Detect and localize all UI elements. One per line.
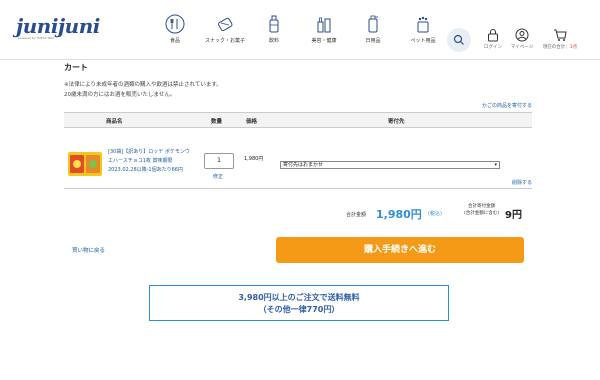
login-label: ログイン (484, 45, 502, 50)
cart-total-label: 現在の合計： (542, 45, 570, 50)
table-row: [30袋]【訳あり】ロッテ ポケモンウエハースチョコ1枚 賞味期限2023.02… (64, 128, 532, 182)
product-thumbnail[interactable] (68, 152, 102, 176)
update-quantity-link[interactable]: 修正 (213, 173, 223, 180)
cart-total-value: 1点 (569, 45, 578, 50)
site-header: junijuni powered by TOKYO MAX 食品 スナック・お菓… (0, 0, 600, 60)
total-label: 合計金額 (346, 212, 367, 218)
continue-shopping-link[interactable]: 買い物に戻る (72, 246, 105, 254)
header-gift: 寄付先 (388, 119, 405, 125)
cosmetics-icon (317, 17, 331, 33)
donation-label: 合計寄付金額 (合計金額に含む) (464, 203, 499, 217)
nav-item-pet[interactable]: ペット用品 (394, 14, 452, 44)
tax-note: (税込) (428, 211, 442, 217)
table-header: 商品名 数量 価格 寄付先 (64, 112, 532, 128)
header-price: 価格 (246, 119, 258, 125)
search-button[interactable] (447, 28, 471, 52)
mypage-link[interactable]: マイページ (508, 28, 536, 50)
pet-icon (417, 16, 429, 33)
alcohol-notice: ※法律により未成年者の酒類の購入や飲酒は禁止されています。 (64, 82, 222, 88)
donation-amount: 9円 (505, 210, 522, 221)
free-shipping-banner: 3,980円以上のご注文で送料無料 （その他一律770円） (149, 285, 449, 321)
header-product: 商品名 (106, 119, 123, 125)
nav-label: ペット用品 (410, 38, 436, 44)
cart-link[interactable]: 現在の合計：1点 (540, 28, 580, 50)
donation-label-line-2: (合計金額に含む) (464, 211, 500, 216)
donation-label-line-1: 合計寄付金額 (468, 204, 495, 209)
bottle-icon (269, 15, 279, 33)
shipping-line-2: （その他一律770円） (258, 305, 340, 314)
daily-goods-icon (368, 15, 378, 33)
age-notice: 20歳未満の方にはお酒を販売いたしません。 (64, 92, 176, 98)
cart-table: 商品名 数量 価格 寄付先 [30袋]【訳あり】ロッテ ポケモンウエハースチョコ… (64, 112, 532, 182)
cart-summary: 現在の合計：1点 (540, 44, 580, 50)
login-link[interactable]: ログイン (479, 28, 507, 50)
site-logo[interactable]: junijuni powered by TOKYO MAX (16, 14, 100, 40)
search-icon (453, 34, 464, 45)
snack-icon (218, 17, 233, 32)
donation-target-value: 寄付先はおまかせ (283, 162, 324, 168)
donation-target-select[interactable]: 寄付先はおまかせ ▾ (280, 161, 500, 169)
item-price: 1,980円 (244, 156, 264, 162)
total-amount: 1,980円 (376, 208, 422, 221)
product-name-link[interactable]: [30袋]【訳あり】ロッテ ポケモンウエハースチョコ1枚 賞味期限2023.02… (108, 148, 192, 175)
quantity-input[interactable]: 1 (204, 153, 234, 169)
shipping-line-1: 3,980円以上のご注文で送料無料 (238, 293, 360, 302)
mypage-label: マイページ (510, 45, 534, 50)
cart-icon (554, 29, 567, 41)
divider (64, 188, 532, 189)
logo-text: junijuni (16, 14, 100, 38)
chevron-down-icon: ▾ (494, 162, 497, 168)
checkout-button[interactable]: 購入手続きへ進む (276, 237, 524, 263)
donate-cart-link[interactable]: かごの商品を寄付する (482, 102, 532, 109)
lock-icon (488, 29, 498, 42)
user-icon (515, 28, 529, 42)
page-title: カート (64, 63, 88, 72)
fork-knife-icon (165, 14, 185, 34)
header-qty: 数量 (211, 119, 223, 125)
delete-item-link[interactable]: 削除する (512, 179, 532, 186)
